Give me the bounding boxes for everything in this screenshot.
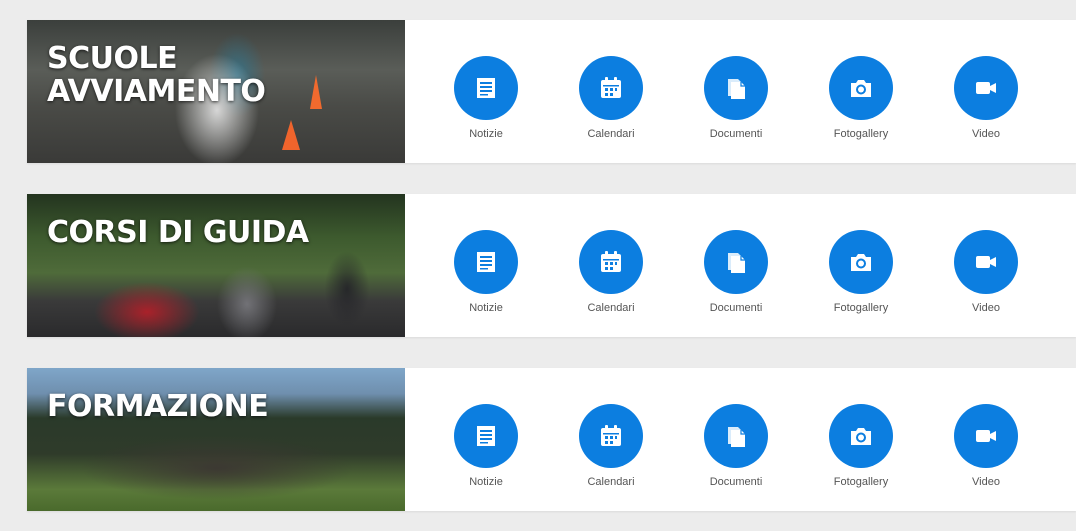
fotogallery-link[interactable]: Fotogallery <box>829 56 893 140</box>
link-label: Fotogallery <box>833 302 889 314</box>
section-title: SCUOLE AVVIAMENTO <box>47 41 266 109</box>
calendar-icon <box>579 230 643 294</box>
notizie-link[interactable]: Notizie <box>454 56 518 140</box>
link-label: Calendari <box>587 476 635 488</box>
video-link[interactable]: Video <box>954 56 1018 140</box>
calendar-icon <box>579 404 643 468</box>
notizie-link[interactable]: Notizie <box>454 404 518 488</box>
camera-icon <box>829 230 893 294</box>
section-banner[interactable]: SCUOLE AVVIAMENTO <box>27 20 405 163</box>
video-link[interactable]: Video <box>954 230 1018 314</box>
link-label: Documenti <box>709 476 763 488</box>
documenti-link[interactable]: Documenti <box>704 230 768 314</box>
video-link[interactable]: Video <box>954 404 1018 488</box>
camera-icon <box>829 56 893 120</box>
section-formazione: FORMAZIONE Notizie Calendari Documenti F… <box>27 368 1076 511</box>
calendari-link[interactable]: Calendari <box>579 56 643 140</box>
link-label: Video <box>972 476 1000 488</box>
section-list: SCUOLE AVVIAMENTO Notizie Calendari Docu… <box>0 0 1076 531</box>
section-scuole-avviamento: SCUOLE AVVIAMENTO Notizie Calendari Docu… <box>27 20 1076 163</box>
fotogallery-link[interactable]: Fotogallery <box>829 230 893 314</box>
documents-icon <box>704 404 768 468</box>
news-icon <box>454 404 518 468</box>
section-links: Notizie Calendari Documenti Fotogallery <box>405 194 1076 337</box>
news-icon <box>454 230 518 294</box>
calendari-link[interactable]: Calendari <box>579 230 643 314</box>
link-label: Notizie <box>469 476 503 488</box>
link-label: Notizie <box>469 302 503 314</box>
link-label: Fotogallery <box>833 476 889 488</box>
section-corsi-di-guida: CORSI DI GUIDA Notizie Calendari Documen… <box>27 194 1076 337</box>
link-label: Documenti <box>709 302 763 314</box>
documenti-link[interactable]: Documenti <box>704 56 768 140</box>
link-label: Video <box>972 128 1000 140</box>
section-links: Notizie Calendari Documenti Fotogallery <box>405 368 1076 511</box>
link-label: Fotogallery <box>833 128 889 140</box>
calendar-icon <box>579 56 643 120</box>
camera-icon <box>829 404 893 468</box>
documenti-link[interactable]: Documenti <box>704 404 768 488</box>
documents-icon <box>704 230 768 294</box>
video-camera-icon <box>954 404 1018 468</box>
link-label: Documenti <box>709 128 763 140</box>
link-label: Notizie <box>469 128 503 140</box>
fotogallery-link[interactable]: Fotogallery <box>829 404 893 488</box>
section-title: CORSI DI GUIDA <box>47 215 309 250</box>
link-label: Calendari <box>587 128 635 140</box>
section-banner[interactable]: CORSI DI GUIDA <box>27 194 405 337</box>
documents-icon <box>704 56 768 120</box>
section-title: FORMAZIONE <box>47 389 269 424</box>
notizie-link[interactable]: Notizie <box>454 230 518 314</box>
link-label: Calendari <box>587 302 635 314</box>
video-camera-icon <box>954 56 1018 120</box>
calendari-link[interactable]: Calendari <box>579 404 643 488</box>
section-banner[interactable]: FORMAZIONE <box>27 368 405 511</box>
news-icon <box>454 56 518 120</box>
link-label: Video <box>972 302 1000 314</box>
video-camera-icon <box>954 230 1018 294</box>
section-links: Notizie Calendari Documenti Fotogallery <box>405 20 1076 163</box>
